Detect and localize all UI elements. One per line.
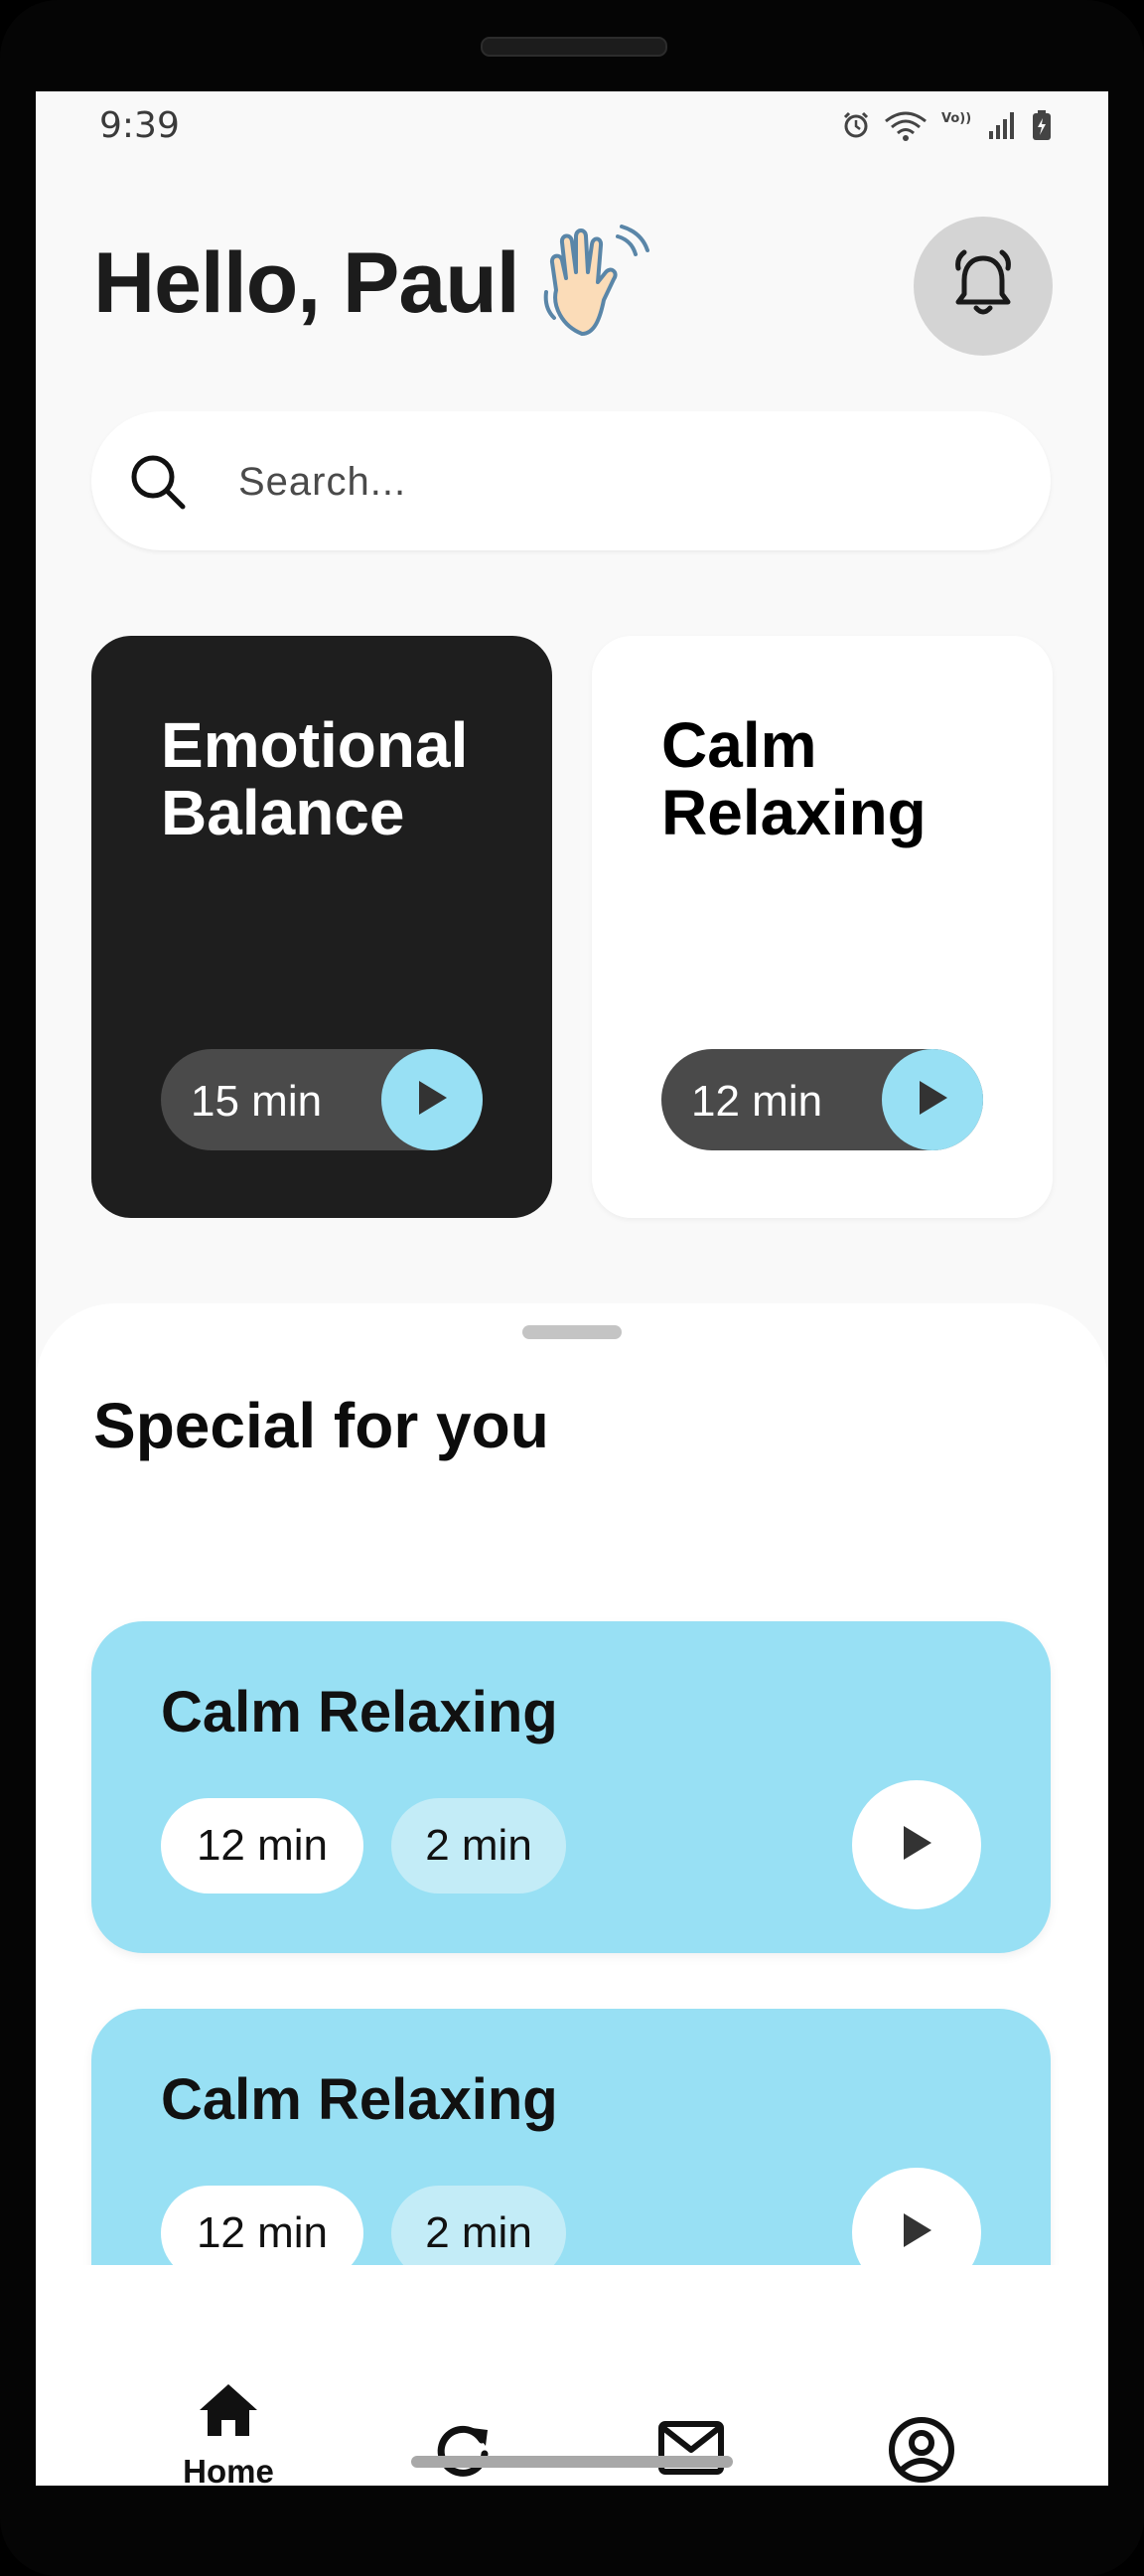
- play-button[interactable]: [381, 1049, 483, 1150]
- play-icon: [415, 1079, 449, 1122]
- status-icons: Vo)) LTE: [840, 109, 1053, 141]
- duration-pill[interactable]: 12 min: [661, 1049, 983, 1150]
- search-input[interactable]: [236, 451, 995, 513]
- play-button[interactable]: [882, 1049, 983, 1150]
- nav-item-profile[interactable]: [852, 2416, 991, 2486]
- recommendation-title: Calm Relaxing: [161, 1680, 558, 1744]
- bottom-navigation: Home: [36, 2265, 1108, 2486]
- duration-label: 15 min: [191, 1077, 323, 1126]
- recommendation-title: Calm Relaxing: [161, 2067, 558, 2132]
- section-title: Special for you: [93, 1390, 549, 1461]
- volte-icon: Vo)) LTE: [939, 109, 975, 141]
- volte-text: Vo)) LTE: [941, 111, 975, 126]
- play-icon: [916, 1079, 949, 1122]
- card-title: Calm Relaxing: [661, 711, 927, 846]
- featured-card-emotional-balance[interactable]: Emotional Balance 15 min: [91, 636, 552, 1218]
- card-title-line: Relaxing: [661, 777, 927, 848]
- search-bar[interactable]: [91, 411, 1051, 550]
- bell-icon: [948, 248, 1018, 325]
- duration-pill[interactable]: 15 min: [161, 1049, 483, 1150]
- signal-icon: [987, 109, 1019, 141]
- recommendation-card[interactable]: Calm Relaxing 12 min 2 min: [91, 1621, 1051, 1953]
- profile-icon: [888, 2416, 955, 2486]
- waving-hand-emoji: [542, 223, 651, 343]
- greeting-title: Hello, Paul: [93, 235, 520, 331]
- earpiece-speaker: [481, 37, 667, 57]
- sheet-drag-handle[interactable]: [522, 1325, 622, 1339]
- play-icon: [900, 2211, 933, 2254]
- nav-item-home[interactable]: Home: [159, 2380, 298, 2486]
- featured-card-calm-relaxing[interactable]: Calm Relaxing 12 min: [592, 636, 1053, 1218]
- card-title-line: Emotional: [161, 709, 469, 781]
- nav-label-home: Home: [183, 2453, 274, 2486]
- battery-icon: [1031, 109, 1053, 141]
- duration-label: 12 min: [691, 1077, 823, 1126]
- home-indicator[interactable]: [411, 2456, 733, 2468]
- alarm-icon: [840, 109, 872, 141]
- wifi-icon: [884, 109, 928, 141]
- nav-item-refresh[interactable]: [393, 2420, 532, 2486]
- duration-chip[interactable]: 12 min: [161, 1798, 363, 1894]
- duration-chip-alt[interactable]: 2 min: [391, 1798, 566, 1894]
- status-bar: 9:39 Vo)) LTE: [36, 91, 1108, 161]
- card-title-line: Calm: [661, 709, 817, 781]
- search-icon: [129, 453, 187, 516]
- card-title: Emotional Balance: [161, 711, 468, 846]
- app-screen: 9:39 Vo)) LTE Hello, Paul: [36, 91, 1108, 2486]
- play-button[interactable]: [852, 1780, 981, 1909]
- notifications-button[interactable]: [914, 217, 1053, 356]
- status-time: 9:39: [99, 105, 180, 146]
- card-title-line: Balance: [161, 777, 405, 848]
- play-icon: [900, 1824, 933, 1867]
- mail-icon: [657, 2420, 725, 2481]
- phone-frame: 9:39 Vo)) LTE Hello, Paul: [0, 0, 1144, 2576]
- home-icon: [196, 2380, 261, 2445]
- refresh-icon: [432, 2420, 494, 2486]
- nav-item-mail[interactable]: [622, 2420, 761, 2486]
